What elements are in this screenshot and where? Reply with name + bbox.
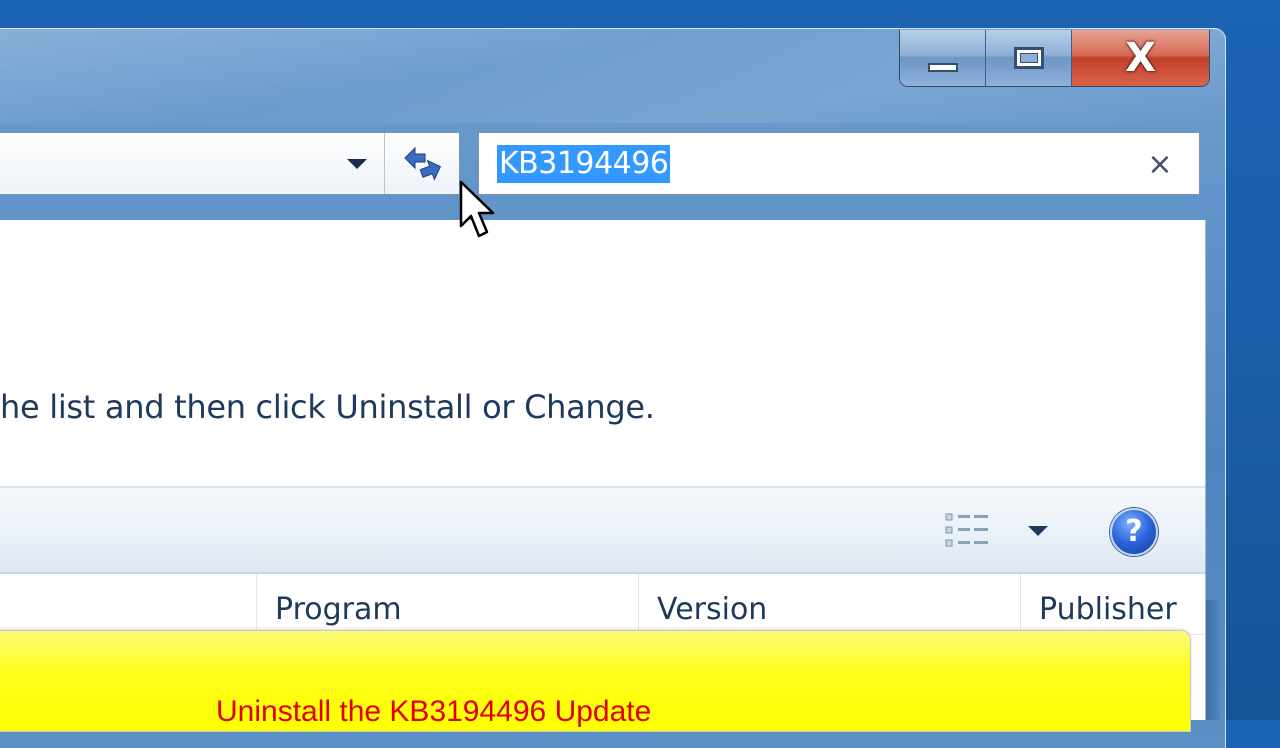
search-clear-button[interactable]: × bbox=[1143, 146, 1177, 182]
help-icon: ? bbox=[1110, 508, 1158, 556]
close-button[interactable]: X bbox=[1072, 30, 1209, 86]
close-icon: × bbox=[1147, 146, 1173, 182]
refresh-icon bbox=[403, 146, 441, 181]
mouse-cursor-icon bbox=[459, 180, 495, 238]
instruction-text: he list and then click Uninstall or Chan… bbox=[0, 388, 655, 426]
caption-overlay: Uninstall the KB3194496 Update bbox=[0, 630, 1191, 732]
caption-text: Uninstall the KB3194496 Update bbox=[216, 695, 652, 728]
column-header-program[interactable]: Program bbox=[256, 574, 638, 634]
chevron-down-icon bbox=[347, 158, 367, 169]
search-box[interactable]: KB3194496 × bbox=[478, 132, 1200, 195]
view-dropdown-button[interactable] bbox=[1018, 510, 1058, 552]
help-button[interactable]: ? bbox=[1108, 506, 1160, 558]
address-bar[interactable] bbox=[0, 132, 460, 195]
view-details-icon bbox=[945, 513, 988, 547]
address-history-button[interactable] bbox=[330, 133, 384, 194]
column-header-version[interactable]: Version bbox=[638, 574, 1020, 634]
command-bar: ? bbox=[0, 486, 1205, 574]
minimize-button[interactable] bbox=[900, 30, 986, 86]
maximize-button[interactable] bbox=[986, 30, 1072, 86]
chevron-down-icon bbox=[1028, 526, 1048, 536]
scrollbar[interactable] bbox=[1206, 600, 1220, 720]
view-button[interactable] bbox=[940, 510, 996, 552]
refresh-button[interactable] bbox=[384, 133, 460, 194]
minimize-icon bbox=[927, 62, 958, 72]
maximize-icon bbox=[1013, 47, 1044, 69]
column-header-publisher[interactable]: Publisher bbox=[1020, 574, 1205, 634]
close-icon: X bbox=[1125, 35, 1156, 81]
window-caption-buttons: X bbox=[899, 30, 1210, 87]
column-header: Program Version Publisher bbox=[0, 574, 1205, 635]
search-input[interactable]: KB3194496 bbox=[497, 145, 671, 183]
